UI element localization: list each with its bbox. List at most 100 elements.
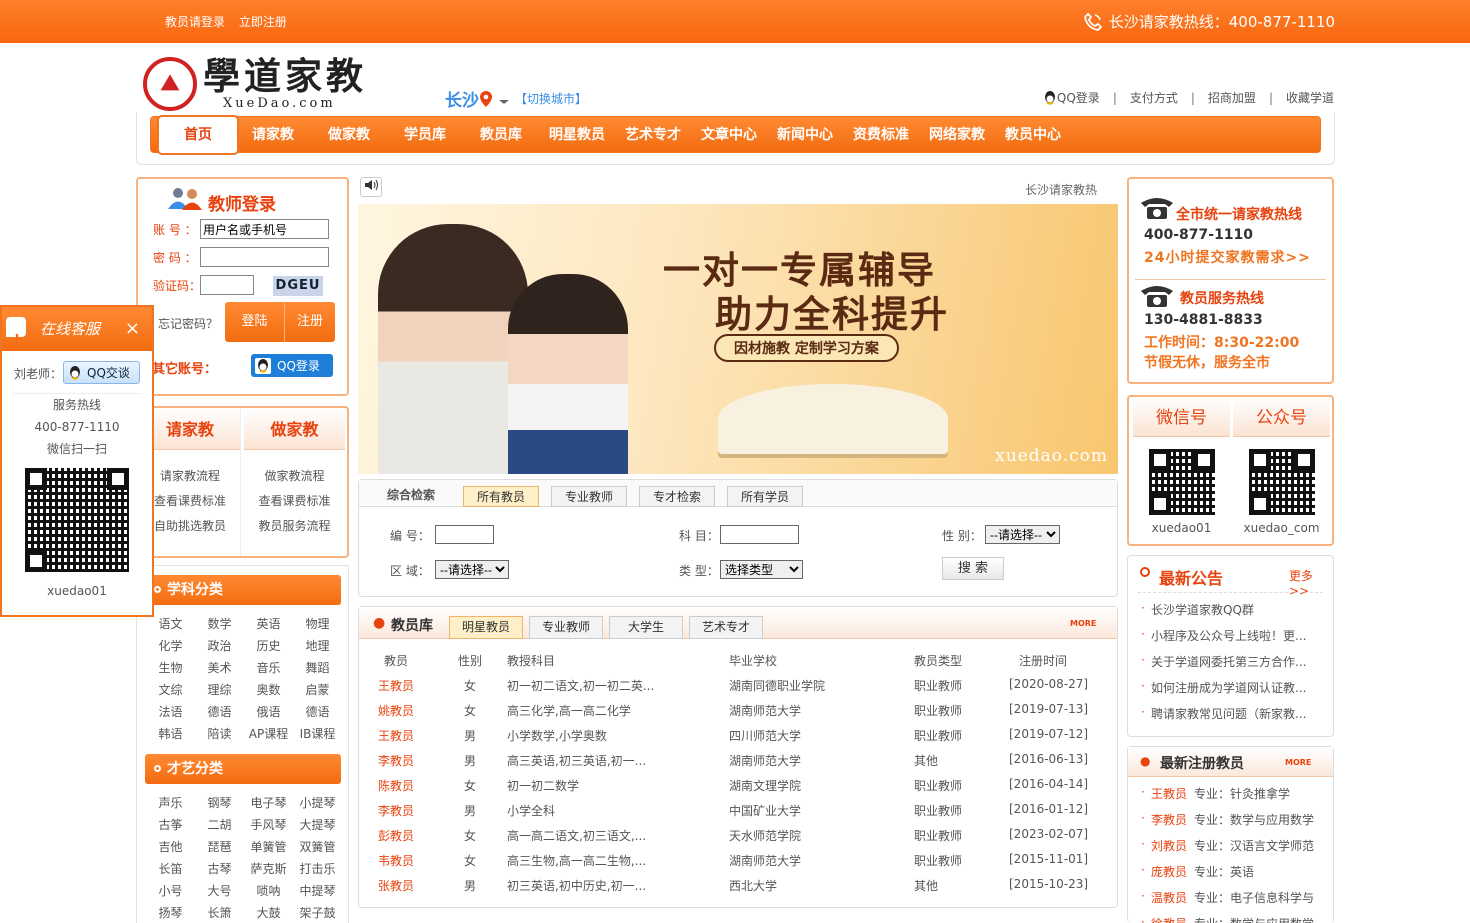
password-input[interactable]: [200, 247, 329, 267]
nav-students[interactable]: 学员库: [395, 117, 455, 154]
category-link[interactable]: 化学: [146, 635, 195, 657]
category-link[interactable]: 萨克斯: [244, 858, 293, 880]
close-icon[interactable]: ×: [125, 307, 140, 351]
category-link[interactable]: 声乐: [146, 792, 195, 814]
notice-item[interactable]: 小程序及公众号上线啦！更...: [1141, 627, 1306, 644]
category-link[interactable]: 二胡: [195, 814, 244, 836]
tab-specialist-search[interactable]: 专才检索: [639, 486, 715, 507]
gender-select[interactable]: --请选择--: [985, 525, 1060, 544]
tab-all-teachers[interactable]: 所有教员: [463, 486, 539, 507]
category-link[interactable]: 钢琴: [195, 792, 244, 814]
category-link[interactable]: 单簧管: [244, 836, 293, 858]
qq-chat-button[interactable]: QQ交谈: [63, 361, 140, 384]
promo-banner[interactable]: 一对一专属辅导 助力全科提升 因材施教 定制学习方案 xuedao.com: [358, 204, 1118, 474]
category-link[interactable]: 古琴: [195, 858, 244, 880]
nav-news[interactable]: 新闻中心: [769, 117, 841, 154]
service-link[interactable]: 请家教流程: [140, 464, 240, 489]
hire-tutor-title[interactable]: 请家教: [140, 408, 240, 450]
category-link[interactable]: 架子鼓: [293, 902, 342, 923]
category-link[interactable]: 唢呐: [244, 880, 293, 902]
service-link[interactable]: 自助挑选教员: [140, 514, 240, 539]
notice-more-link[interactable]: 更多>>: [1289, 567, 1333, 598]
account-input[interactable]: [200, 219, 329, 239]
category-link[interactable]: 中提琴: [293, 880, 342, 902]
category-link[interactable]: 古筝: [146, 814, 195, 836]
new-teachers-more[interactable]: MORE: [1285, 758, 1311, 767]
nav-online[interactable]: 网络家教: [921, 117, 993, 154]
teacher-name-link[interactable]: 李教员: [378, 802, 414, 819]
category-link[interactable]: 政治: [195, 635, 244, 657]
new-teacher-name[interactable]: 温教员: [1141, 889, 1187, 906]
new-teacher-name[interactable]: 刘教员: [1141, 837, 1187, 854]
category-link[interactable]: 打击乐: [293, 858, 342, 880]
tab-all-students[interactable]: 所有学员: [727, 486, 803, 507]
category-link[interactable]: 琵琶: [195, 836, 244, 858]
captcha-input[interactable]: [200, 275, 254, 295]
submit-need-link[interactable]: 24小时提交家教需求>>: [1144, 247, 1311, 267]
notice-item[interactable]: 如何注册成为学道网认证教...: [1141, 679, 1306, 696]
more-link[interactable]: MORE: [1070, 619, 1096, 628]
teacher-name-link[interactable]: 韦教员: [378, 852, 414, 869]
service-link[interactable]: 查看课费标准: [140, 489, 240, 514]
register-link[interactable]: 立即注册: [239, 15, 287, 29]
header-payment[interactable]: 支付方式: [1130, 89, 1178, 106]
header-bookmark[interactable]: 收藏学道: [1286, 89, 1334, 106]
notice-item[interactable]: 聘请家教常见问题（新家教...: [1141, 705, 1306, 722]
captcha-image[interactable]: DGEU: [273, 276, 323, 296]
search-button[interactable]: 搜 索: [942, 557, 1004, 580]
qq-login-button[interactable]: QQ登录: [251, 354, 333, 377]
category-link[interactable]: 大提琴: [293, 814, 342, 836]
category-link[interactable]: 数学: [195, 613, 244, 635]
teacher-name-link[interactable]: 王教员: [378, 727, 414, 744]
nav-hire-tutor[interactable]: 请家教: [243, 117, 303, 154]
category-link[interactable]: 英语: [244, 613, 293, 635]
new-teacher-name[interactable]: 李教员: [1141, 811, 1187, 828]
area-select[interactable]: --请选择--: [435, 560, 509, 579]
teacher-login-link[interactable]: 教员请登录: [165, 15, 225, 29]
category-link[interactable]: 大鼓: [244, 902, 293, 923]
category-link[interactable]: 俄语: [244, 701, 293, 723]
tab-pro-teachers[interactable]: 专业教师: [529, 616, 603, 639]
number-input[interactable]: [435, 525, 494, 544]
category-link[interactable]: 物理: [293, 613, 342, 635]
type-select[interactable]: 选择类型: [720, 560, 803, 579]
nav-star-teachers[interactable]: 明星教员: [541, 117, 613, 154]
tab-college-students[interactable]: 大学生: [609, 616, 683, 639]
service-link[interactable]: 做家教流程: [244, 464, 345, 489]
site-logo[interactable]: ⛰ 學道家教 XueDao.com: [143, 56, 367, 111]
teacher-name-link[interactable]: 陈教员: [378, 777, 414, 794]
notice-item[interactable]: 长沙学道家教QQ群: [1141, 601, 1254, 618]
teacher-name-link[interactable]: 姚教员: [378, 702, 414, 719]
nav-fees[interactable]: 资费标准: [845, 117, 917, 154]
teacher-name-link[interactable]: 王教员: [378, 677, 414, 694]
teacher-name-link[interactable]: 李教员: [378, 752, 414, 769]
new-teacher-name[interactable]: 王教员: [1141, 785, 1187, 802]
nav-articles[interactable]: 文章中心: [693, 117, 765, 154]
category-link[interactable]: 舞蹈: [293, 657, 342, 679]
nav-teachers[interactable]: 教员库: [471, 117, 531, 154]
category-link[interactable]: 陪读: [195, 723, 244, 745]
category-link[interactable]: 文综: [146, 679, 195, 701]
category-link[interactable]: 长笛: [146, 858, 195, 880]
forgot-password-link[interactable]: 忘记密码？: [158, 315, 218, 332]
switch-city-link[interactable]: 【切换城市】: [515, 90, 587, 107]
nav-arts[interactable]: 艺术专才: [617, 117, 689, 154]
category-link[interactable]: 历史: [244, 635, 293, 657]
category-link[interactable]: 小提琴: [293, 792, 342, 814]
category-link[interactable]: 生物: [146, 657, 195, 679]
tab-pro-teachers[interactable]: 专业教师: [551, 486, 627, 507]
tab-combined-search[interactable]: 综合检索: [387, 486, 435, 503]
category-link[interactable]: 音乐: [244, 657, 293, 679]
category-link[interactable]: 美术: [195, 657, 244, 679]
category-link[interactable]: 理综: [195, 679, 244, 701]
category-link[interactable]: 双簧管: [293, 836, 342, 858]
login-button[interactable]: 登陆: [225, 302, 285, 342]
category-link[interactable]: 吉他: [146, 836, 195, 858]
be-tutor-title[interactable]: 做家教: [244, 408, 345, 450]
tab-arts-specialists[interactable]: 艺术专才: [689, 616, 763, 639]
category-link[interactable]: 启蒙: [293, 679, 342, 701]
category-link[interactable]: 手风琴: [244, 814, 293, 836]
category-link[interactable]: 地理: [293, 635, 342, 657]
category-link[interactable]: AP课程: [244, 723, 293, 745]
news-marquee[interactable]: 长沙请家教热: [1025, 181, 1100, 198]
